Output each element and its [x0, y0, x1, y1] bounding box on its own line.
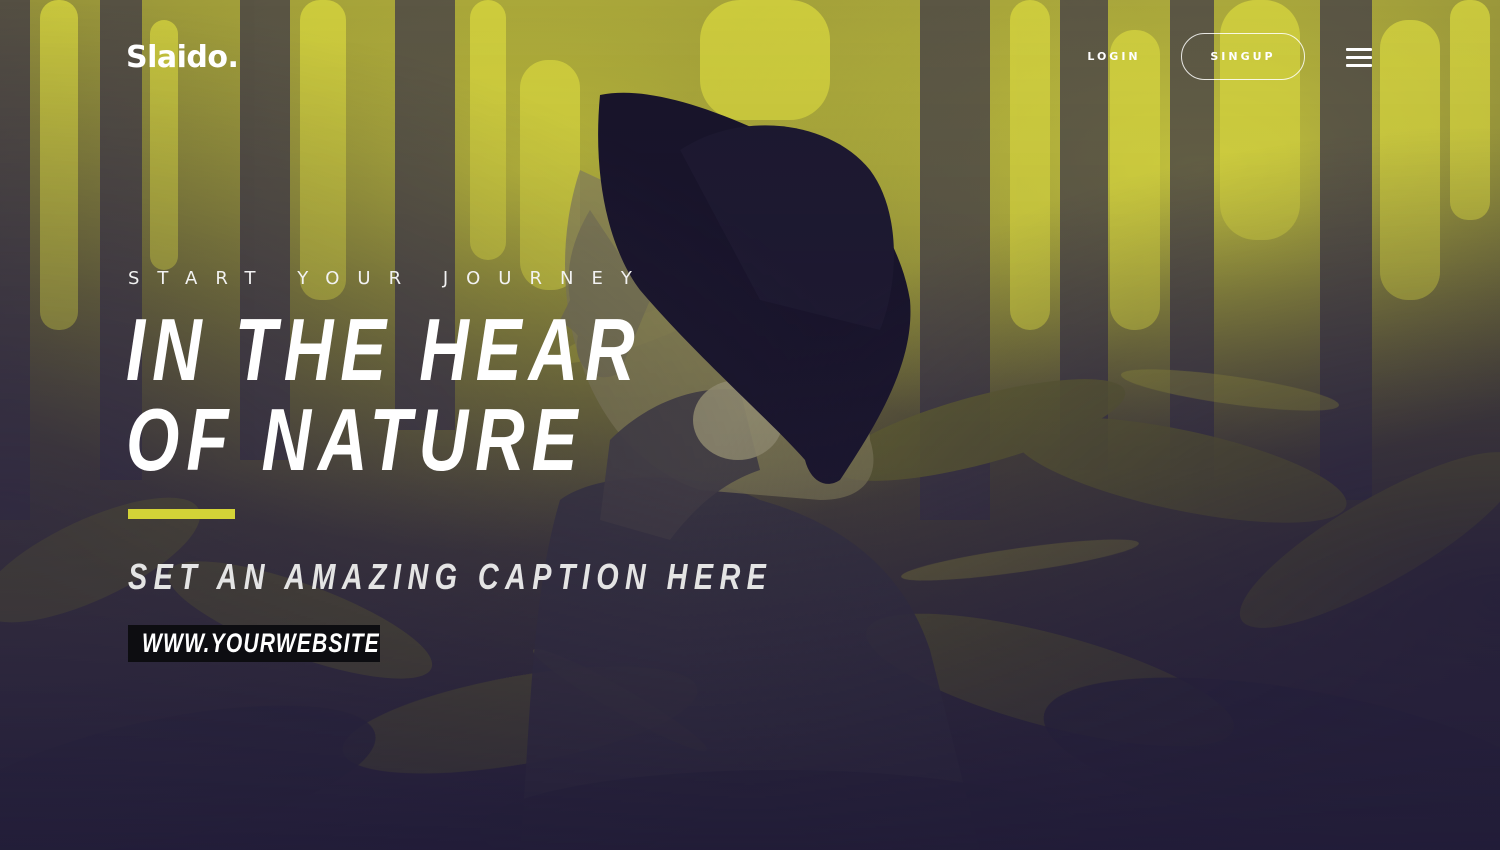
menu-bar-top [1346, 48, 1372, 51]
accent-divider [128, 509, 235, 519]
site-logo[interactable]: Slaido. [126, 38, 239, 78]
login-link[interactable]: LOGIN [1076, 46, 1152, 68]
headline-line-1: IN THE HEAR [126, 300, 642, 399]
hero-eyebrow: START YOUR JOURNEY [128, 268, 650, 289]
menu-bar-middle [1346, 56, 1372, 59]
signup-button[interactable]: SINGUP [1181, 33, 1305, 80]
hero-caption: SET AN AMAZING CAPTION HERE [128, 556, 773, 597]
hero-section: Slaido. LOGIN SINGUP START YOUR JOURNEY … [0, 0, 1500, 850]
website-url-badge[interactable]: WWW.YOURWEBSITE.COM [128, 625, 380, 662]
hamburger-menu-icon[interactable] [1346, 46, 1372, 68]
hero-headline: IN THE HEAR OF NATURE [126, 305, 642, 485]
headline-line-2: OF NATURE [126, 390, 585, 489]
menu-bar-bottom [1346, 64, 1372, 67]
website-url-text: WWW.YOURWEBSITE.COM [142, 628, 380, 658]
